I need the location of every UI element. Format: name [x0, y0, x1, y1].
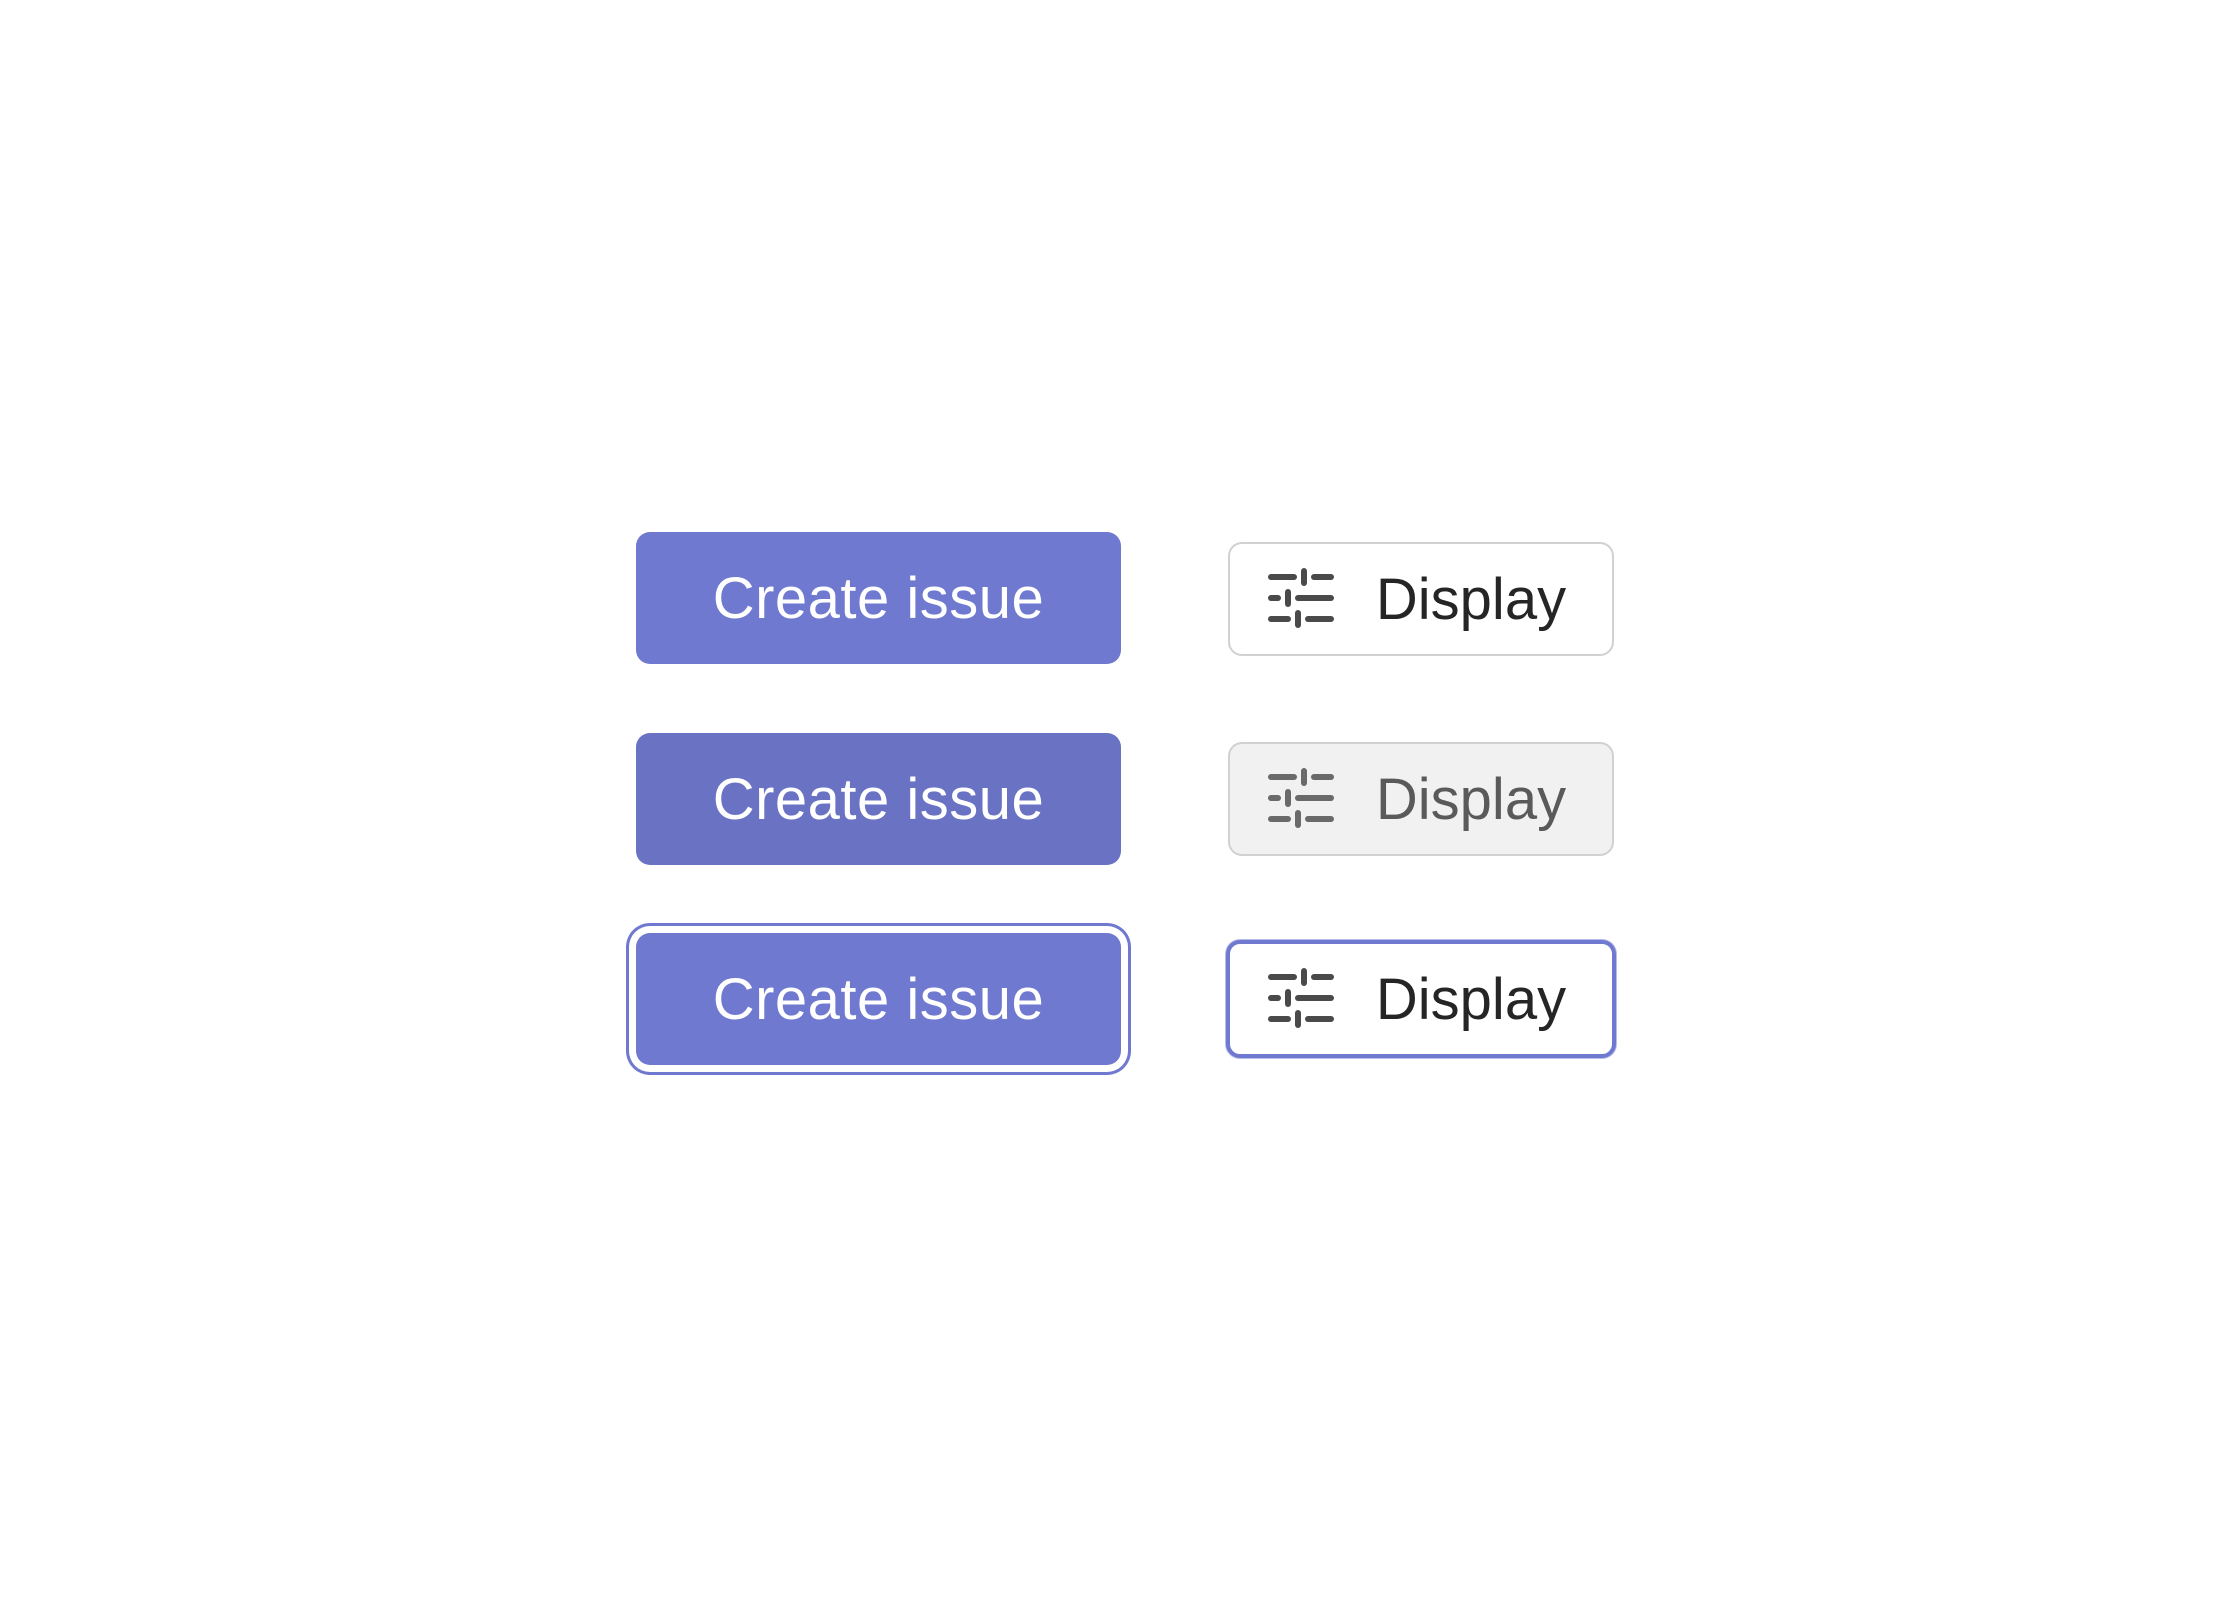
create-issue-button-hover[interactable]: Create issue	[636, 733, 1121, 865]
display-button-hover[interactable]: Display	[1228, 742, 1614, 856]
sliders-icon	[1267, 968, 1334, 1030]
create-issue-label: Create issue	[712, 966, 1045, 1032]
create-issue-button-default[interactable]: Create issue	[636, 532, 1121, 664]
create-issue-label: Create issue	[712, 766, 1045, 832]
display-label: Display	[1375, 566, 1567, 632]
create-issue-button-focus[interactable]: Create issue	[636, 933, 1121, 1065]
create-issue-label: Create issue	[712, 565, 1045, 631]
display-label: Display	[1375, 766, 1567, 832]
sliders-icon	[1267, 768, 1334, 830]
display-button-focus[interactable]: Display	[1226, 940, 1616, 1058]
display-label: Display	[1375, 966, 1567, 1032]
sliders-icon	[1267, 568, 1334, 630]
display-button-default[interactable]: Display	[1228, 542, 1614, 656]
